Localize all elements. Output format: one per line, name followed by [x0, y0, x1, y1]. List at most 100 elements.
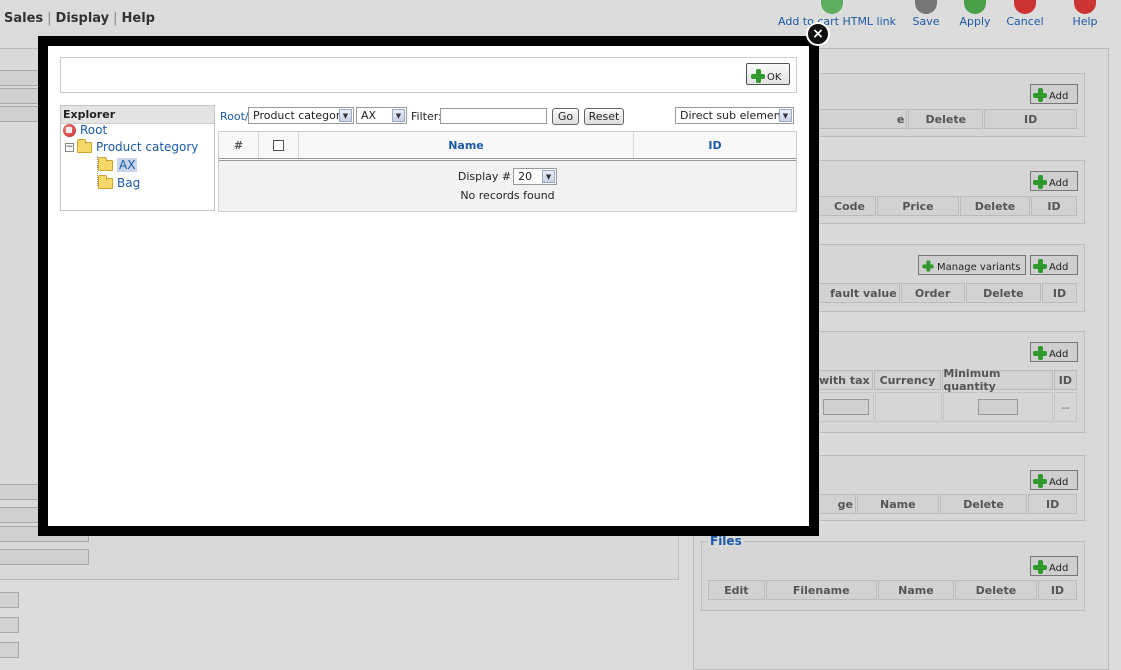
main-menu: Sales | Display | Help [4, 11, 155, 26]
column-header: ID [1042, 283, 1077, 303]
column-header: Minimum quantity [942, 367, 1053, 393]
save-icon [915, 0, 937, 14]
column-header: ID [984, 109, 1077, 129]
add-icon [1033, 474, 1047, 488]
collapse-icon[interactable]: − [65, 142, 74, 152]
column-header: Delete [965, 283, 1042, 303]
cancel-icon [1014, 0, 1036, 14]
explorer-title: Explorer [61, 106, 214, 124]
top-menubar: Sales | Display | Help Add to cart HTML link… [0, 0, 1121, 40]
menu-display[interactable]: Display [56, 11, 110, 26]
filter-input[interactable] [440, 108, 547, 124]
breadcrumb[interactable]: Root/ [220, 110, 249, 123]
left-field[interactable] [0, 70, 41, 86]
column-header: ID [1053, 370, 1077, 390]
records-grid: # Name ID Display # 20 ▼ No records foun… [218, 131, 797, 212]
cancel-button[interactable]: Cancel [1004, 0, 1046, 28]
column-header: Delete [939, 494, 1028, 514]
help-button[interactable]: Help [1070, 0, 1100, 28]
column-header: Name [877, 580, 954, 600]
chevron-down-icon: ▼ [779, 109, 792, 122]
column-header: Currency [873, 370, 942, 390]
min-quantity-input[interactable] [977, 399, 1018, 415]
menu-help[interactable]: Help [122, 11, 155, 26]
column-header: Name [856, 494, 939, 514]
column-header-number: # [219, 132, 259, 158]
menu-sales[interactable]: Sales [4, 11, 43, 26]
column-header-name[interactable]: Name [299, 132, 634, 158]
reset-button[interactable]: Reset [584, 108, 624, 125]
left-field[interactable] [0, 484, 41, 500]
page-size-select[interactable]: 20 ▼ [513, 168, 558, 185]
add-icon [1033, 346, 1047, 360]
files-section: Files Add Edit Filename Name Delete ID [701, 534, 1085, 611]
tree-node-root[interactable]: Root [63, 123, 107, 137]
subcategory-select[interactable]: AX ▼ [356, 107, 407, 124]
folder-icon [98, 156, 113, 171]
empty-message: No records found [460, 189, 555, 202]
tree-node-bag[interactable]: Bag [98, 174, 140, 190]
side-button[interactable] [0, 592, 19, 608]
side-button[interactable] [0, 642, 19, 658]
filter-label: Filter: [411, 110, 442, 123]
add-button[interactable]: Add [1030, 255, 1078, 275]
chevron-down-icon: ▼ [392, 109, 405, 122]
left-field[interactable] [0, 549, 89, 565]
left-field[interactable] [0, 106, 41, 122]
add-button[interactable]: Add [1030, 171, 1078, 191]
close-modal-button[interactable]: × [806, 22, 830, 46]
help-icon [1074, 0, 1096, 14]
category-picker-modal: OK Explorer Root − Product category AX B… [38, 36, 819, 536]
add-button[interactable]: Add [1030, 84, 1078, 104]
tree-node-ax[interactable]: AX [98, 156, 138, 172]
chevron-down-icon: ▼ [542, 170, 556, 183]
add-icon [1033, 175, 1047, 189]
root-icon [63, 123, 76, 137]
section-title: Files [708, 534, 744, 548]
left-field[interactable] [0, 507, 41, 523]
ok-button[interactable]: OK [746, 63, 790, 85]
cart-link-icon [821, 0, 843, 14]
save-button[interactable]: Save [908, 0, 944, 28]
modal-content: OK Explorer Root − Product category AX B… [48, 46, 809, 526]
column-header: Delete [954, 580, 1037, 600]
manage-variants-button[interactable]: Manage variants [918, 255, 1026, 275]
column-header: Order [900, 283, 965, 303]
go-button[interactable]: Go [552, 108, 579, 125]
side-button[interactable] [0, 617, 19, 633]
category-select[interactable]: Product category ▼ [248, 107, 354, 124]
chevron-down-icon: ▼ [339, 109, 352, 122]
folder-open-icon [77, 138, 92, 153]
column-header: ID [1028, 494, 1077, 514]
column-header: Filename [765, 580, 877, 600]
explorer-panel: Explorer Root − Product category AX Bag [60, 105, 215, 211]
pagination-display: Display # 20 ▼ [219, 168, 796, 185]
grid-toolbar: Root/ Product category ▼ AX ▼ Filter: Go… [220, 107, 795, 127]
add-icon [1033, 560, 1047, 574]
apply-icon [964, 0, 986, 14]
scope-select[interactable]: Direct sub elements ▼ [675, 107, 794, 124]
folder-icon [98, 174, 113, 189]
add-button[interactable]: Add [1030, 342, 1078, 362]
column-header-id[interactable]: ID [634, 132, 796, 158]
column-header: ID [1037, 580, 1077, 600]
column-header: Delete [908, 109, 984, 129]
price-input[interactable] [822, 399, 869, 415]
ok-icon [751, 69, 765, 83]
add-icon [1033, 88, 1047, 102]
column-header: Price [877, 196, 959, 216]
column-header-select-all [259, 132, 299, 158]
apply-button[interactable]: Apply [956, 0, 994, 28]
add-button[interactable]: Add [1030, 470, 1078, 490]
left-field[interactable] [0, 88, 41, 104]
add-to-cart-link-button[interactable]: Add to cart HTML link [778, 0, 896, 28]
column-header: ID [1031, 196, 1077, 216]
add-icon [1033, 259, 1047, 273]
column-header: Delete [960, 196, 1030, 216]
grid-header: # Name ID [219, 132, 796, 161]
column-header: Edit [708, 580, 765, 600]
tree-node-product-category[interactable]: − Product category [65, 138, 198, 154]
select-all-checkbox[interactable] [273, 139, 284, 151]
add-button[interactable]: Add [1030, 556, 1078, 576]
variants-icon [922, 260, 934, 272]
